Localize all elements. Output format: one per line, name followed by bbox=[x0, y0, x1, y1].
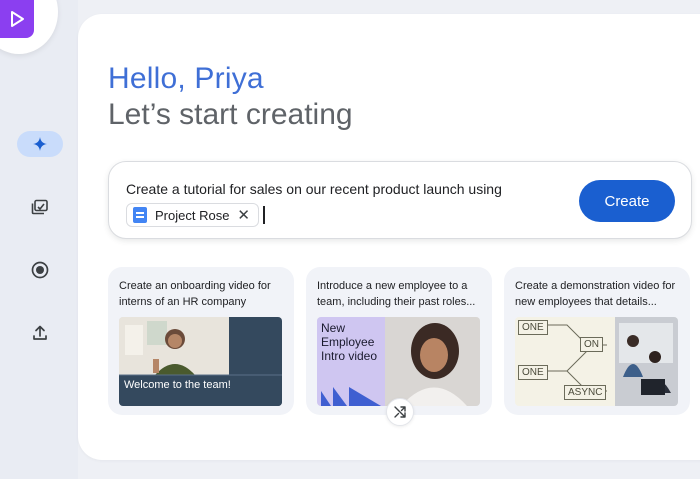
prompt-text[interactable]: Create a tutorial for sales on our recen… bbox=[126, 181, 502, 197]
diagram-label: ASYNC bbox=[564, 385, 607, 400]
greeting-subtitle: Let’s start creating bbox=[108, 98, 353, 131]
shuffle-icon bbox=[394, 406, 406, 418]
rail-item-create[interactable] bbox=[17, 131, 63, 157]
rail-item-record[interactable] bbox=[17, 257, 63, 283]
diagram-label: ONE bbox=[518, 365, 548, 380]
card-thumbnail: Welcome to the team! bbox=[119, 317, 282, 406]
create-button[interactable]: Create bbox=[579, 180, 675, 222]
suggestion-card-onboarding[interactable]: Create an onboarding video for interns o… bbox=[108, 267, 294, 415]
suggestion-card-intro[interactable]: Introduce a new employee to a team, incl… bbox=[306, 267, 492, 415]
record-icon bbox=[31, 261, 49, 279]
card-description: Create a demonstration video for new emp… bbox=[515, 280, 676, 308]
greeting-title: Hello, Priya bbox=[108, 62, 264, 95]
project-chip-label: Project Rose bbox=[155, 207, 230, 223]
card-thumbnail: New Employee Intro video bbox=[317, 317, 480, 406]
diagram-label: ON bbox=[580, 337, 603, 352]
prompt-box[interactable]: Create a tutorial for sales on our recen… bbox=[108, 161, 692, 239]
rail-item-upload[interactable] bbox=[17, 320, 63, 346]
video-library-icon bbox=[31, 199, 48, 215]
text-caret bbox=[263, 206, 265, 224]
main-panel: Hello, Priya Let’s start creating Create… bbox=[78, 14, 700, 460]
card-description: Create an onboarding video for interns o… bbox=[119, 280, 271, 308]
onboarding-video-thumbnail bbox=[119, 317, 282, 406]
thumbnail-caption: New Employee Intro video bbox=[321, 321, 378, 363]
thumbnail-caption: Welcome to the team! bbox=[124, 379, 231, 391]
diagram-label: ONE bbox=[518, 320, 548, 335]
shuffle-button[interactable] bbox=[386, 398, 414, 426]
app-logo[interactable] bbox=[0, 0, 34, 38]
project-chip[interactable]: Project Rose ✕ bbox=[126, 203, 259, 227]
left-rail bbox=[0, 0, 78, 479]
rail-item-library[interactable] bbox=[17, 194, 63, 220]
upload-icon bbox=[33, 325, 47, 340]
close-icon[interactable]: ✕ bbox=[237, 208, 250, 223]
card-description: Introduce a new employee to a team, incl… bbox=[317, 280, 476, 308]
card-thumbnail: ONE ON ONE ASYNC bbox=[515, 317, 678, 406]
play-logo-icon bbox=[11, 11, 24, 27]
document-icon bbox=[133, 207, 147, 223]
suggestion-card-demo[interactable]: Create a demonstration video for new emp… bbox=[504, 267, 690, 415]
sparkle-icon bbox=[33, 137, 47, 151]
